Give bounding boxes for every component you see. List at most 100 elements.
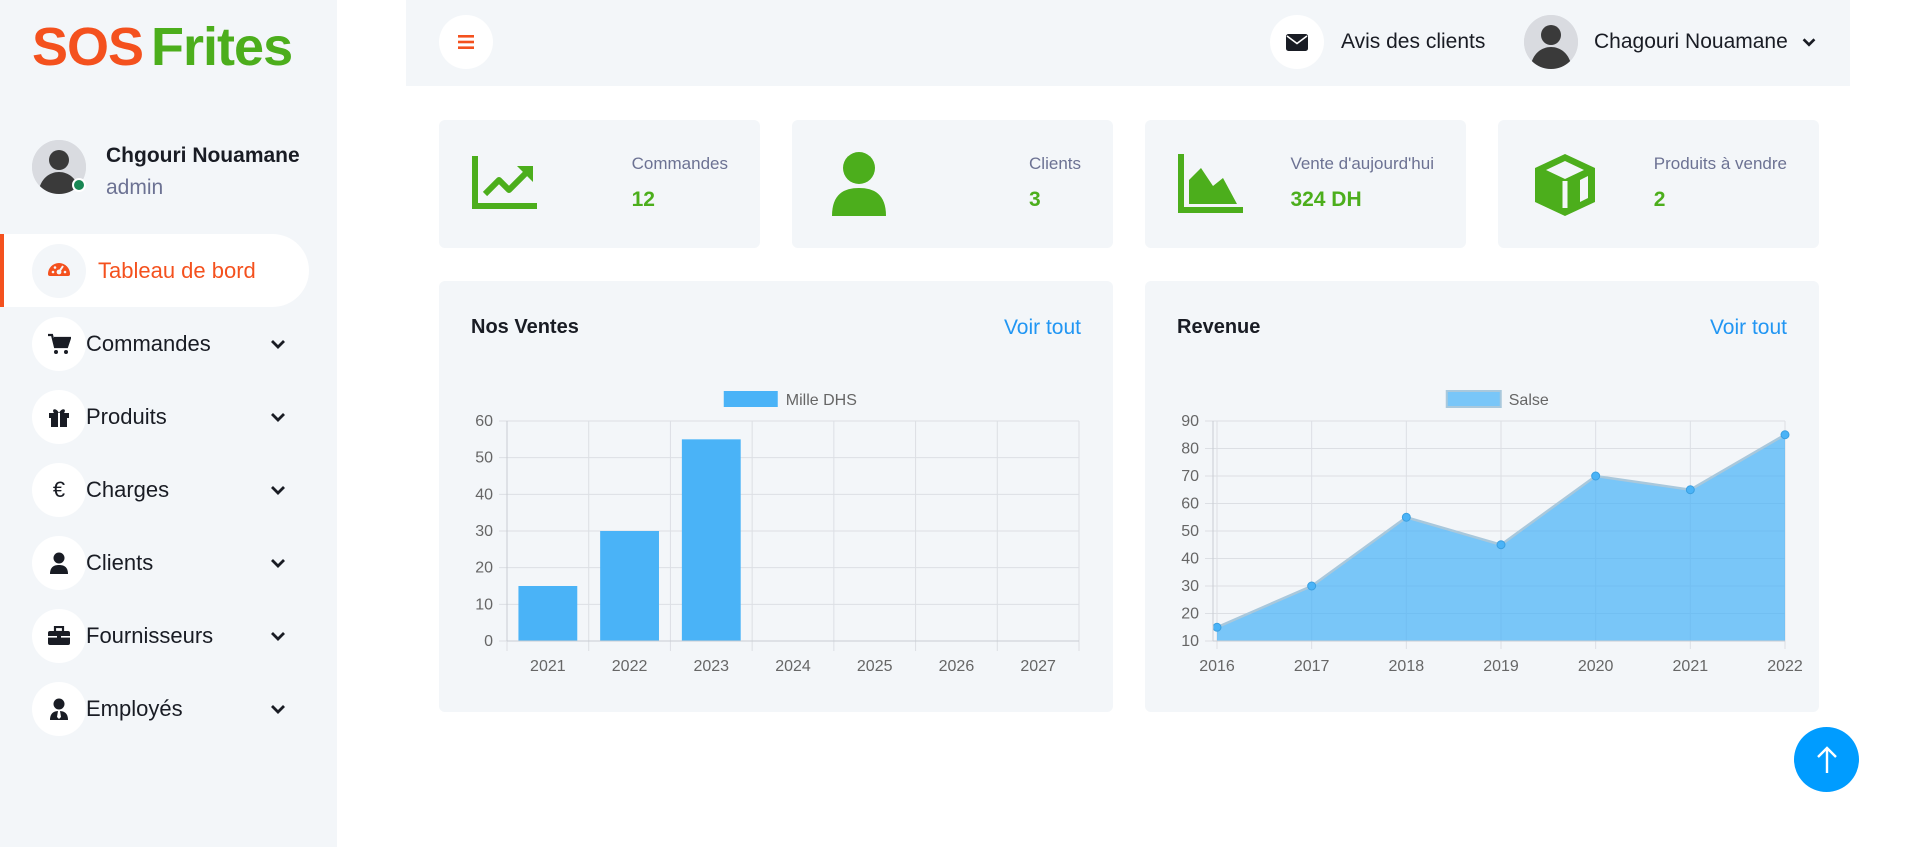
x-tick-label: 2016 (1199, 658, 1235, 675)
brand-logo[interactable]: SOS Frites (32, 16, 293, 78)
y-tick-label: 20 (1181, 606, 1199, 623)
legend-swatch (723, 391, 778, 407)
data-point (1496, 540, 1506, 550)
chevron-down-icon (271, 412, 285, 422)
sales-bar-chart: 0 10 20 30 40 50 60 2021 2022 2023 2024 2025 2026 202… (475, 391, 1080, 675)
y-tick-label: 10 (475, 596, 493, 613)
chevron-down-icon (271, 339, 285, 349)
euro-icon: € (32, 462, 86, 517)
x-tick-label: 2019 (1483, 658, 1519, 675)
brand-part-sos: SOS (32, 17, 144, 77)
avatar (32, 140, 86, 194)
x-tick-label: 2021 (530, 658, 566, 675)
y-tick-label: 60 (475, 413, 493, 430)
sidebar-item-label: Employés (86, 695, 183, 721)
data-point (1307, 581, 1317, 591)
stat-card-produits: Produits à vendre 2 (1498, 120, 1819, 248)
cart-icon (32, 316, 86, 371)
avatar-image (1524, 15, 1578, 69)
stat-card-clients: Clients 3 (792, 120, 1113, 248)
briefcase-icon (32, 608, 86, 663)
stat-label: Vente d'aujourd'hui (1290, 154, 1434, 173)
sidebar-nav: Tableau de bord Commandes Produits € Cha… (0, 234, 337, 745)
y-tick-label: 70 (1181, 468, 1199, 485)
avatar (1524, 15, 1578, 69)
x-tick-label: 2022 (1767, 658, 1803, 675)
bar (518, 586, 578, 641)
revenue-area-chart: 10 20 30 40 50 60 70 80 90 2016 2017 2018 2019 2020 20… (1181, 390, 1803, 675)
stat-value: 12 (631, 188, 655, 211)
user-name: Chagouri Nouamane (1594, 30, 1788, 53)
user-menu-dropdown[interactable]: Chagouri Nouamane (1524, 15, 1818, 69)
sidebar-item-tableau-de-bord[interactable]: Tableau de bord (0, 234, 337, 307)
data-point (1212, 622, 1222, 632)
sidebar-item-produits[interactable]: Produits (0, 380, 337, 453)
brand-part-frites: Frites (151, 17, 293, 77)
arrow-up-icon (1816, 745, 1837, 773)
chart-line-icon (472, 156, 537, 209)
y-tick-label: 0 (484, 633, 493, 650)
legend-label: Salse (1509, 392, 1549, 409)
hamburger-menu-icon (458, 35, 474, 49)
x-tick-label: 2026 (939, 658, 975, 675)
data-point (1780, 430, 1790, 440)
user-icon (832, 152, 886, 216)
y-tick-label: 80 (1181, 441, 1199, 458)
user-icon (32, 535, 86, 590)
dashboard-icon (32, 243, 86, 298)
stat-label: Clients (1029, 154, 1081, 173)
stat-value: 2 (1653, 188, 1666, 211)
legend-swatch (1445, 390, 1502, 408)
chart-area-icon (1178, 154, 1243, 213)
y-tick-label: 90 (1181, 413, 1199, 430)
customer-reviews-label: Avis des clients (1341, 30, 1486, 53)
data-point (1401, 512, 1411, 522)
profile-role: admin (106, 176, 164, 199)
revenue-chart-card: Revenue Voir tout 10 20 30 40 50 60 70 80 90 2016… (1145, 281, 1819, 712)
sidebar-item-label: Produits (86, 403, 167, 429)
sidebar-toggle-button[interactable] (439, 15, 493, 69)
envelope-icon (1270, 15, 1324, 69)
sales-chart-card: Nos Ventes Voir tout 0 10 20 30 40 50 60 2021 20… (439, 281, 1113, 712)
stat-label: Commandes (631, 154, 728, 173)
y-tick-label: 30 (1181, 578, 1199, 595)
sidebar-item-label: Fournisseurs (86, 622, 214, 648)
y-tick-label: 10 (1181, 633, 1199, 650)
sidebar: SOS Frites Chgouri Nouamane admin Tableau… (0, 0, 337, 847)
sidebar-item-commandes[interactable]: Commandes (0, 307, 337, 380)
profile-name: Chgouri Nouamane (106, 144, 300, 167)
x-tick-label: 2018 (1389, 658, 1425, 675)
x-tick-label: 2027 (1020, 658, 1056, 675)
back-to-top-button[interactable] (1794, 727, 1859, 792)
sidebar-item-label: Tableau de bord (98, 257, 256, 283)
stat-value: 3 (1029, 188, 1041, 211)
sidebar-item-charges[interactable]: € Charges (0, 453, 337, 526)
y-tick-label: 20 (475, 560, 493, 577)
box-icon (1535, 154, 1595, 216)
bar (600, 531, 659, 641)
y-tick-label: 50 (475, 450, 493, 467)
stat-label: Produits à vendre (1653, 154, 1787, 173)
chevron-down-icon (271, 631, 285, 641)
sidebar-item-clients[interactable]: Clients (0, 526, 337, 599)
topbar: Avis des clients Chagouri Nouamane (406, 0, 1850, 86)
y-tick-label: 30 (475, 523, 493, 540)
sidebar-item-label: Charges (86, 476, 170, 502)
x-tick-label: 2023 (693, 658, 729, 675)
x-tick-label: 2024 (775, 658, 811, 675)
chevron-down-icon (271, 485, 285, 495)
sidebar-item-employes[interactable]: Employés (0, 672, 337, 745)
y-tick-label: 40 (475, 486, 493, 503)
x-tick-label: 2022 (612, 658, 648, 675)
chevron-down-icon (1802, 38, 1816, 47)
y-tick-label: 50 (1181, 523, 1199, 540)
chevron-down-icon (271, 704, 285, 714)
x-tick-label: 2020 (1578, 658, 1614, 675)
sidebar-item-fournisseurs[interactable]: Fournisseurs (0, 599, 337, 672)
sidebar-profile: Chgouri Nouamane admin (32, 140, 300, 200)
x-tick-label: 2025 (857, 658, 893, 675)
customer-reviews-link[interactable]: Avis des clients (1270, 15, 1485, 69)
chevron-down-icon (271, 558, 285, 568)
x-tick-label: 2017 (1294, 658, 1330, 675)
y-tick-label: 40 (1181, 551, 1199, 568)
